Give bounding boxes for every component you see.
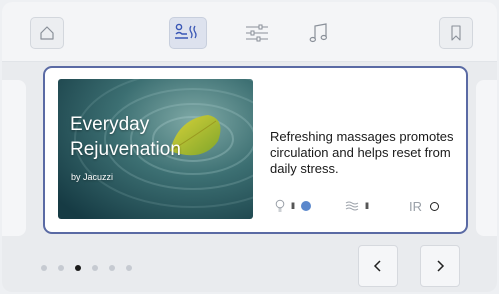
page-dot[interactable]: [41, 265, 47, 271]
bulb-icon: [275, 199, 285, 212]
home-icon: [40, 26, 54, 40]
page-dot[interactable]: [92, 265, 98, 271]
preset-card[interactable]: Everyday Rejuvenation by Jacuzzi Refresh…: [43, 66, 468, 234]
previous-preset-card-peek[interactable]: [2, 80, 26, 236]
light-indicator: II: [275, 198, 312, 214]
preset-title: Everyday Rejuvenation: [70, 114, 181, 160]
ir-label: IR: [409, 198, 422, 214]
bottom-bar: [2, 238, 497, 292]
page-dot-current[interactable]: [75, 265, 81, 271]
jets-icon: [345, 201, 359, 211]
page-dot[interactable]: [58, 265, 64, 271]
massage-icon: [175, 23, 197, 39]
settings-sliders-icon: [246, 24, 268, 42]
page-dot[interactable]: [109, 265, 115, 271]
preset-image: Everyday Rejuvenation by Jacuzzi: [58, 79, 253, 219]
next-button[interactable]: [420, 245, 460, 287]
ir-indicator: IR: [409, 198, 439, 214]
previous-button[interactable]: [358, 245, 398, 287]
jets-indicator: II: [345, 198, 369, 214]
tab-massage[interactable]: [169, 17, 207, 49]
top-bar: [2, 2, 497, 62]
chevron-right-icon: [437, 260, 445, 272]
tab-settings[interactable]: [238, 17, 276, 49]
preset-description: Refreshing massages promotes circulation…: [270, 129, 454, 176]
music-icon: [309, 23, 328, 43]
chevron-left-icon: [373, 260, 381, 272]
ir-status-ring: [430, 201, 439, 211]
preset-indicators: II II IR: [275, 198, 465, 214]
page-dot[interactable]: [126, 265, 132, 271]
page-indicator: [41, 265, 143, 271]
tab-music[interactable]: [300, 17, 338, 49]
home-button[interactable]: [30, 17, 64, 49]
preset-subtitle: by Jacuzzi: [71, 172, 114, 182]
bookmark-button[interactable]: [439, 17, 473, 49]
bookmark-icon: [451, 25, 461, 41]
jets-level: II: [365, 201, 369, 211]
light-status-dot: [301, 201, 312, 211]
light-level: II: [291, 201, 295, 211]
app-screen: Everyday Rejuvenation by Jacuzzi Refresh…: [2, 2, 497, 292]
next-preset-card-peek[interactable]: [476, 80, 497, 236]
